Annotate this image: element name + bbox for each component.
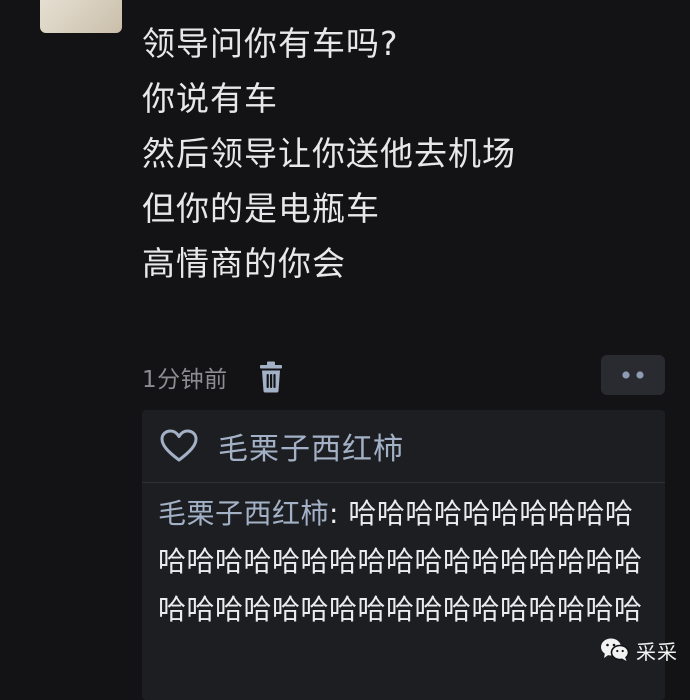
like-user-name[interactable]: 毛栗子西红柿	[218, 424, 404, 468]
post-line: 你说有车	[142, 79, 278, 118]
comment-author[interactable]: 毛栗子西红柿	[158, 497, 329, 530]
post-content: 领导问你有车吗? 你说有车 然后领导让你送他去机场 但你的是电瓶车 高情商的你会	[142, 16, 662, 291]
watermark: 采采	[600, 634, 678, 666]
watermark-text: 采采	[636, 639, 678, 664]
divider	[142, 482, 665, 483]
more-dots-icon	[622, 371, 644, 379]
comment-separator: :	[329, 497, 349, 530]
post-line: 高情商的你会	[142, 244, 346, 283]
post-line: 但你的是电瓶车	[142, 189, 380, 228]
heart-icon	[160, 429, 198, 463]
post-line: 领导问你有车吗?	[142, 24, 399, 63]
trash-icon[interactable]	[258, 361, 284, 393]
timestamp: 1分钟前	[142, 367, 228, 393]
post-meta: 1分钟前	[142, 358, 284, 396]
likes-row: 毛栗子西红柿	[160, 424, 404, 468]
comment-box: 毛栗子西红柿 毛栗子西红柿: 哈哈哈哈哈哈哈哈哈哈哈哈哈哈哈哈哈哈哈哈哈哈哈哈哈…	[142, 410, 665, 700]
avatar[interactable]	[40, 0, 122, 33]
post-line: 然后领导让你送他去机场	[142, 134, 516, 173]
more-button[interactable]	[601, 355, 665, 395]
wechat-icon	[600, 637, 630, 663]
comment-item: 毛栗子西红柿: 哈哈哈哈哈哈哈哈哈哈哈哈哈哈哈哈哈哈哈哈哈哈哈哈哈哈哈哈哈哈哈哈…	[158, 490, 658, 634]
